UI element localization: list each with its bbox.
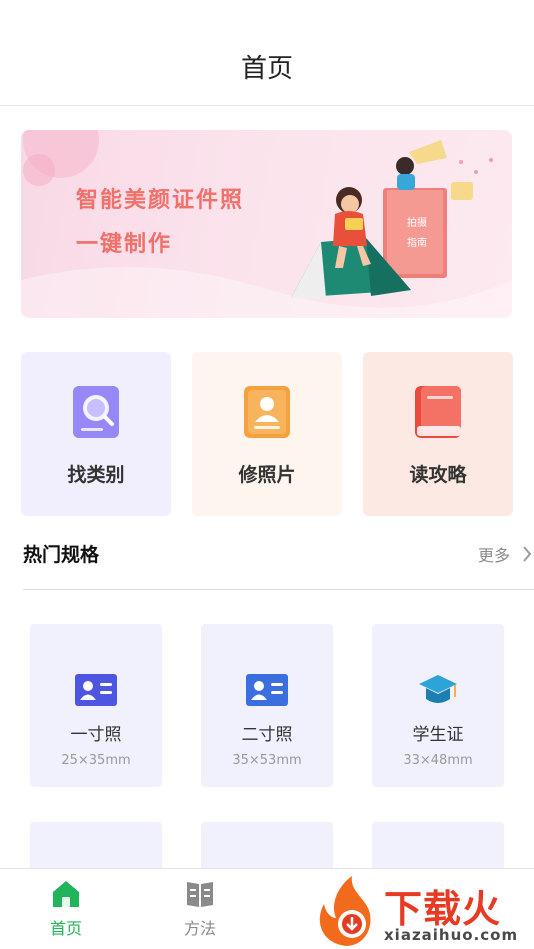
id-card-icon bbox=[75, 674, 117, 706]
spec-size: 25×35mm bbox=[61, 753, 131, 768]
tab-method[interactable]: 方法 bbox=[160, 869, 240, 949]
read-guide-label: 读攻略 bbox=[409, 464, 467, 486]
top-bar: 首页 bbox=[0, 0, 534, 106]
home-icon bbox=[53, 881, 79, 907]
edit-photo-card[interactable]: 修照片 bbox=[192, 352, 342, 516]
book-tag-1: 拍摄 bbox=[407, 218, 427, 229]
id-card-icon bbox=[246, 674, 288, 706]
page-title: 首页 bbox=[240, 54, 293, 84]
quick-actions: 找类别 修照片 读攻略 bbox=[21, 352, 513, 516]
spec-name: 学生证 bbox=[412, 725, 464, 745]
spec-size: 33×48mm bbox=[403, 753, 473, 768]
spec-card[interactable]: 二寸照 35×53mm bbox=[201, 624, 333, 787]
search-doc-icon bbox=[73, 386, 119, 438]
book-tag-2: 指南 bbox=[407, 238, 427, 249]
spec-card[interactable]: 学生证 33×48mm bbox=[372, 624, 504, 787]
read-guide-card[interactable]: 读攻略 bbox=[363, 352, 513, 516]
chevron-right-icon bbox=[523, 546, 532, 562]
hot-specs-header: 热门规格 更多 bbox=[23, 538, 534, 590]
banner-illustration bbox=[21, 130, 512, 318]
find-category-label: 找类别 bbox=[67, 464, 125, 486]
watermark: 下载火 xiazaihuo.com bbox=[312, 874, 534, 949]
more-label: 更多 bbox=[477, 546, 510, 565]
spec-card[interactable]: 一寸照 25×35mm bbox=[30, 624, 162, 787]
graduation-cap-icon bbox=[419, 675, 457, 703]
spec-name: 二寸照 bbox=[241, 725, 293, 745]
promo-banner[interactable]: 智能美颜证件照 一键制作 拍摄 指南 bbox=[21, 130, 512, 318]
person-card-icon bbox=[244, 386, 290, 438]
tab-home-label: 首页 bbox=[49, 919, 82, 938]
find-category-card[interactable]: 找类别 bbox=[21, 352, 171, 516]
flame-logo-icon bbox=[319, 876, 371, 946]
spec-size: 35×53mm bbox=[232, 753, 302, 768]
banner-headline: 智能美颜证件照 bbox=[76, 188, 245, 213]
section-title: 热门规格 bbox=[23, 544, 100, 566]
tab-home[interactable]: 首页 bbox=[26, 869, 106, 949]
watermark-text: 下载火 bbox=[384, 887, 502, 931]
tab-method-label: 方法 bbox=[183, 919, 216, 938]
watermark-url: xiazaihuo.com bbox=[384, 926, 519, 944]
banner-subheadline: 一键制作 bbox=[76, 232, 173, 257]
book-icon bbox=[415, 386, 461, 438]
spec-name: 一寸照 bbox=[70, 725, 122, 745]
open-book-icon bbox=[187, 882, 213, 907]
edit-photo-label: 修照片 bbox=[238, 464, 296, 486]
